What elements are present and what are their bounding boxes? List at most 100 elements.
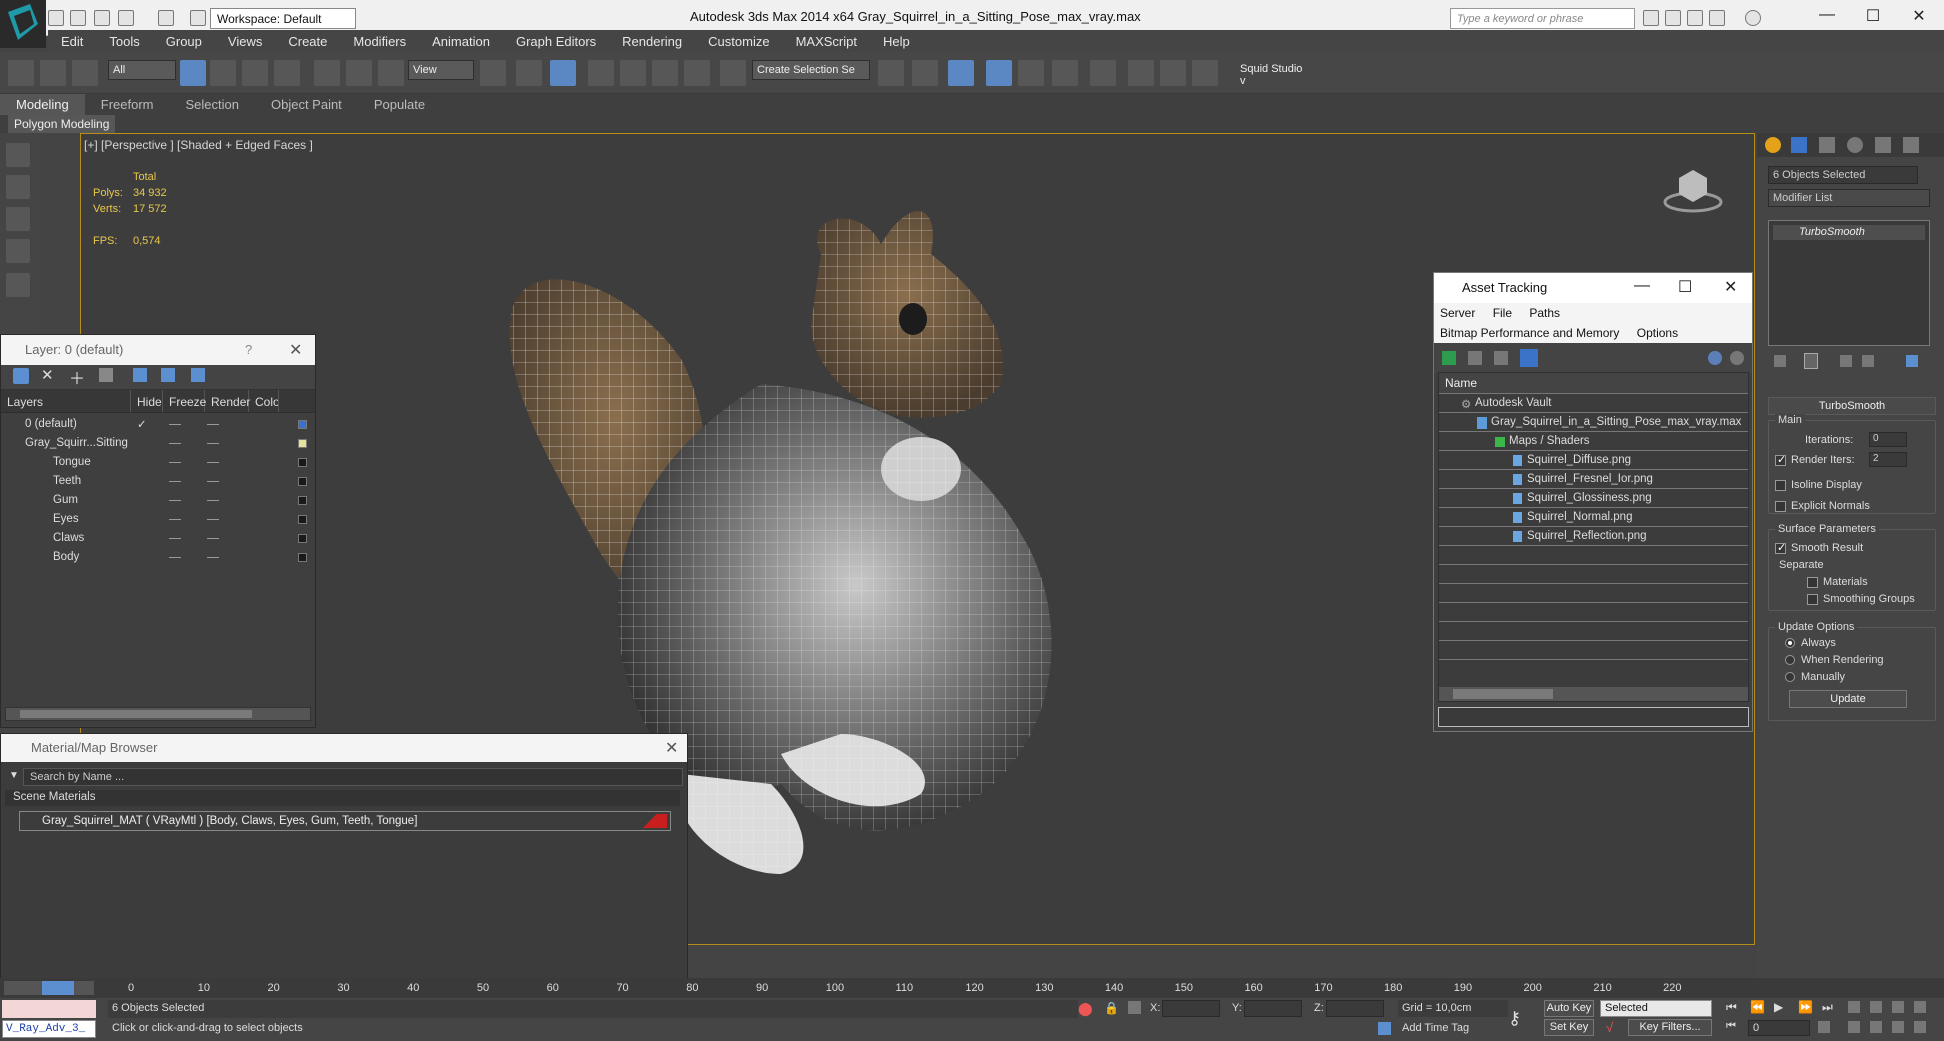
when-rendering-radio[interactable] [1785,655,1795,665]
time-tag-icon[interactable] [1378,1022,1391,1035]
link-icon[interactable] [8,60,34,86]
layer-color-swatch[interactable] [298,420,307,429]
select-objects-icon[interactable] [99,368,113,382]
make-unique-icon[interactable] [1840,355,1852,367]
utilities-tab-icon[interactable] [1903,137,1919,153]
orbit-icon[interactable] [1870,1021,1882,1033]
options-arrow-icon[interactable]: ▼ [9,770,19,781]
unlink-icon[interactable] [40,60,66,86]
tab-modeling[interactable]: Modeling [0,94,85,115]
selection-lock-icon[interactable]: 🔒 [1104,1001,1119,1015]
go-to-end-icon[interactable]: ⏭ [1822,1000,1833,1015]
always-radio[interactable] [1785,638,1795,648]
scrollbar-thumb[interactable] [1453,689,1553,699]
layer-color-swatch[interactable] [298,439,307,448]
layer-row[interactable]: Body [1,548,315,567]
previous-frame-icon[interactable]: ⏪ [1750,1000,1765,1014]
layer-color-swatch[interactable] [298,534,307,543]
scale-icon[interactable] [378,60,404,86]
tab-populate[interactable]: Populate [358,94,441,115]
scene-explorer-icon[interactable] [6,175,30,199]
render-setup-icon[interactable] [1160,60,1186,86]
asset-row[interactable]: Squirrel_Normal.png [1439,508,1748,527]
maximize-icon[interactable]: ☐ [1858,6,1888,26]
create-layer-icon[interactable] [13,368,29,384]
snaps-toggle-icon[interactable] [588,60,614,86]
pivot-center-icon[interactable] [480,60,506,86]
menu-file[interactable]: File [1493,306,1512,320]
zoom-icon[interactable] [1848,1001,1860,1013]
help-icon[interactable] [1745,10,1761,26]
menu-bitmap-performance[interactable]: Bitmap Performance and Memory [1440,326,1619,340]
asset-row[interactable]: Maps / Shaders [1439,432,1748,451]
remove-modifier-icon[interactable] [1862,355,1874,367]
material-editor-icon[interactable] [1128,60,1154,86]
lightbulb-icon[interactable] [6,273,30,297]
asset-path-field[interactable] [1438,707,1749,727]
column-freeze[interactable]: Freeze [163,390,206,412]
minimize-icon[interactable]: — [1812,6,1842,24]
column-render[interactable]: Render [205,390,250,412]
rendered-frame-window-icon[interactable] [1192,60,1218,86]
tab-freeform[interactable]: Freeform [85,94,170,115]
app-logo[interactable] [0,0,46,48]
motion-tab-icon[interactable] [1847,137,1863,153]
scrollbar-thumb[interactable] [20,710,252,718]
y-coordinate-field[interactable] [1244,1000,1302,1017]
column-layers[interactable]: Layers [1,390,131,412]
material-item[interactable]: Gray_Squirrel_MAT ( VRayMtl ) [Body, Cla… [19,811,671,831]
asset-row[interactable]: Gray_Squirrel_in_a_Sitting_Pose_max_vray… [1439,413,1748,432]
delete-layer-icon[interactable]: ✕ [41,366,54,384]
squid-studio-label[interactable]: Squid Studio v [1236,60,1312,87]
grid-icon[interactable] [6,239,30,263]
absolute-mode-icon[interactable] [1128,1001,1141,1014]
key-mode-dropdown[interactable]: Selected [1600,1000,1712,1017]
percent-snap-icon[interactable] [652,60,678,86]
menu-create[interactable]: Create [275,30,340,52]
list-view-icon[interactable] [1468,351,1482,365]
close-icon[interactable]: ✕ [1724,277,1737,297]
binoculars-icon[interactable] [1643,10,1659,26]
maximize-viewport-icon[interactable] [1914,1001,1926,1013]
modify-tab-icon[interactable] [1791,137,1807,153]
layer-row[interactable]: Tongue [1,453,315,472]
modifier-list-dropdown[interactable]: Modifier List [1768,189,1930,207]
asset-row[interactable]: Squirrel_Diffuse.png [1439,451,1748,470]
layer-color-swatch[interactable] [298,458,307,467]
menu-graph-editors[interactable]: Graph Editors [503,30,609,52]
iterations-spinner[interactable]: 0 [1869,432,1907,447]
asset-row[interactable]: Squirrel_Glossiness.png [1439,489,1748,508]
layer-color-swatch[interactable] [298,553,307,562]
viewcube-icon[interactable] [1663,164,1723,214]
window-crossing-icon[interactable] [274,60,300,86]
refresh-icon[interactable] [1442,351,1456,365]
material-search-input[interactable]: Search by Name ... [23,768,683,786]
column-color[interactable]: Color [249,390,279,412]
zoom-all-icon[interactable] [1870,1001,1882,1013]
curve-editor-icon[interactable] [1052,60,1078,86]
menu-customize[interactable]: Customize [695,30,782,52]
close-icon[interactable]: ✕ [665,738,678,758]
viewport-label[interactable]: [+] [Perspective ] [Shaded + Edged Faces… [84,138,313,152]
menu-options[interactable]: Options [1637,326,1678,340]
layer-color-swatch[interactable] [298,477,307,486]
keyboard-shortcut-override-icon[interactable] [550,60,576,86]
column-hide[interactable]: Hide [131,390,163,412]
layer-row[interactable]: Gray_Squirr...Sitting [1,434,315,453]
help-icon[interactable] [1708,351,1722,365]
next-frame-icon[interactable]: ⏩ [1798,1000,1813,1014]
create-tab-icon[interactable] [1765,137,1781,153]
menu-modifiers[interactable]: Modifiers [340,30,419,52]
render-iters-spinner[interactable]: 2 [1869,452,1907,467]
select-by-name-icon[interactable] [210,60,236,86]
asset-row[interactable]: ⚙ Autodesk Vault [1439,394,1748,413]
tree-view-icon[interactable] [1494,351,1508,365]
undo-icon[interactable] [118,10,134,26]
menu-rendering[interactable]: Rendering [609,30,695,52]
layer-color-swatch[interactable] [298,496,307,505]
about-icon[interactable] [1730,351,1744,365]
horizontal-scrollbar[interactable] [1439,687,1748,701]
z-coordinate-field[interactable] [1326,1000,1384,1017]
layer-color-swatch[interactable] [298,515,307,524]
favorites-star-icon[interactable] [1709,10,1725,26]
